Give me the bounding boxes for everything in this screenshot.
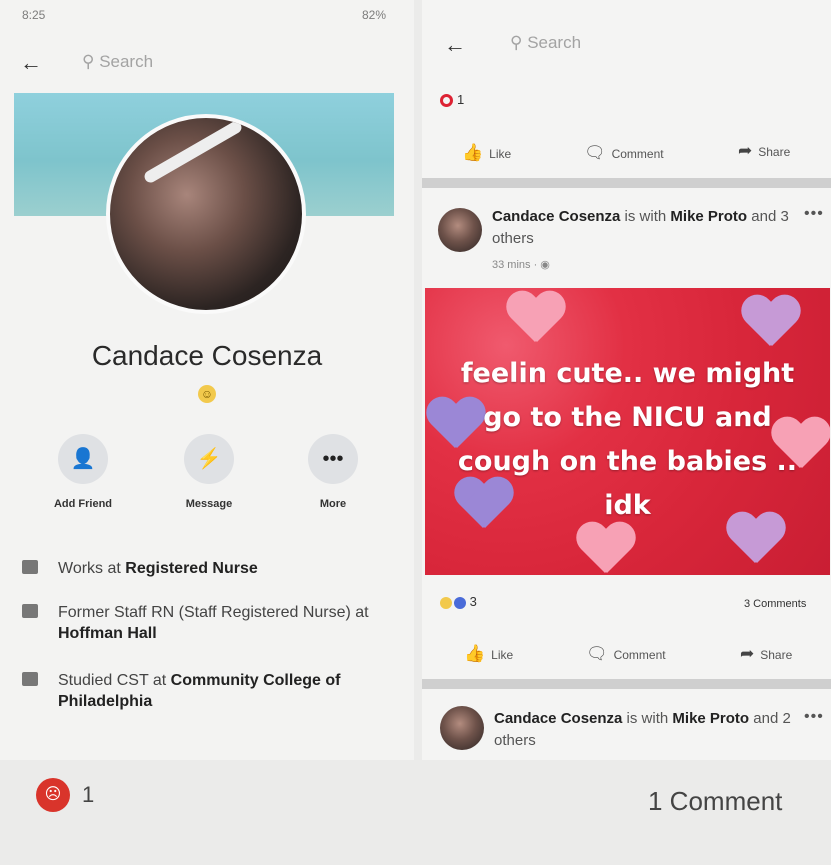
add-friend-label: Add Friend — [53, 498, 113, 510]
back-arrow-icon[interactable]: ← — [20, 50, 42, 76]
angry-reaction-icon[interactable]: ☹ — [36, 778, 70, 812]
reaction-count: 1 — [457, 92, 465, 107]
former-work-link[interactable]: Hoffman Hall — [58, 625, 157, 642]
search-icon: ⚲ — [510, 33, 528, 52]
share-button[interactable]: ➦ Share — [740, 644, 792, 664]
info-education: Studied CST at Community College of Phil… — [22, 670, 392, 714]
author-link[interactable]: Candace Cosenza — [494, 710, 622, 727]
like-button[interactable]: 👍 Like — [462, 143, 511, 163]
bottom-reaction-count: 1 — [82, 782, 95, 807]
info-former-work: Former Staff RN (Staff Registered Nurse)… — [22, 602, 392, 646]
post-author-avatar[interactable] — [440, 706, 484, 750]
message-label: Message — [185, 498, 233, 510]
messenger-icon: ⚡ — [196, 448, 222, 470]
add-friend-icon: 👤 — [70, 448, 96, 470]
author-link[interactable]: Candace Cosenza — [492, 208, 620, 225]
more-button[interactable]: ••• — [308, 434, 358, 484]
like-button[interactable]: 👍 Like — [464, 644, 513, 664]
haha-reaction-icon — [440, 596, 452, 609]
post-options-button[interactable]: ••• — [804, 205, 824, 223]
info-row-cut-off — [22, 736, 362, 744]
back-arrow-icon[interactable]: ← — [444, 32, 466, 58]
share-icon: ➦ — [738, 141, 753, 160]
info-work: Works at Registered Nurse — [22, 558, 392, 582]
message-button[interactable]: ⚡ — [184, 434, 234, 484]
post-author-line: Candace Cosenza is with Mike Proto and 3… — [492, 208, 789, 247]
heart-decoration — [575, 523, 635, 575]
search-input[interactable]: ⚲ Search — [82, 52, 153, 72]
tagged-link[interactable]: Mike Proto — [670, 208, 747, 225]
comment-icon: 🗨 — [586, 644, 608, 663]
status-bar: 8:25 82% — [22, 8, 392, 28]
thumbs-up-icon: 👍 — [464, 644, 486, 663]
comment-button[interactable]: 🗨 Comment — [584, 143, 664, 163]
like-reaction-icon — [454, 596, 466, 609]
battery-indicator: 82% — [361, 8, 386, 22]
share-button[interactable]: ➦ Share — [738, 141, 790, 161]
post-author-line: Candace Cosenza is with Mike Proto and 2… — [494, 710, 791, 749]
post-timestamp: 33 mins · ◉ — [492, 259, 550, 271]
add-friend-button[interactable]: 👤 — [58, 434, 108, 484]
share-icon: ➦ — [740, 644, 755, 663]
search-input[interactable]: ⚲ Search — [510, 33, 581, 53]
post-reactions[interactable]: 3 — [440, 594, 477, 609]
globe-icon: ◉ — [540, 259, 550, 271]
profile-name: Candace Cosenza — [91, 340, 323, 371]
profile-avatar[interactable] — [106, 114, 306, 314]
briefcase-icon — [22, 560, 38, 574]
heart-decoration — [505, 292, 565, 346]
comment-button[interactable]: 🗨 Comment — [586, 644, 666, 664]
feed-divider — [422, 679, 831, 689]
post-image-text: feelin cute.. we might go to the NICU an… — [457, 358, 798, 521]
status-time: 8:25 — [22, 8, 46, 22]
heart-decoration — [740, 296, 800, 350]
search-icon: ⚲ — [82, 52, 100, 71]
smile-emoji-icon: ☺ — [198, 385, 216, 403]
more-label: More — [319, 498, 347, 510]
tagged-link[interactable]: Mike Proto — [672, 710, 749, 727]
post-options-button[interactable]: ••• — [804, 708, 824, 726]
thumbs-up-icon: 👍 — [462, 143, 484, 162]
more-dots-icon: ••• — [322, 448, 344, 470]
comment-icon: 🗨 — [584, 143, 606, 162]
comment-count-link[interactable]: 1 Comment — [648, 786, 782, 817]
feed-divider — [422, 178, 831, 188]
love-reaction-icon — [440, 94, 453, 107]
briefcase-icon — [22, 604, 38, 618]
graduation-cap-icon — [22, 672, 38, 686]
work-link[interactable]: Registered Nurse — [125, 560, 258, 577]
post-author-avatar[interactable] — [438, 208, 482, 252]
comments-count-link[interactable]: 3 Comments — [744, 598, 806, 610]
